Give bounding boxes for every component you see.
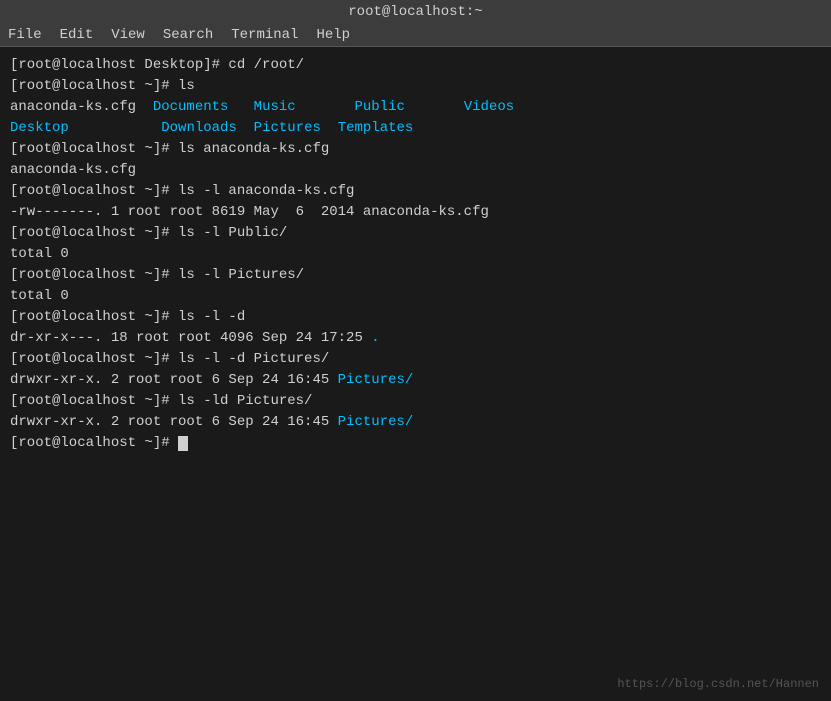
menu-edit[interactable]: Edit: [60, 27, 94, 43]
menu-terminal[interactable]: Terminal: [231, 27, 298, 43]
terminal-line-7: [root@localhost ~]# ls -l anaconda-ks.cf…: [10, 181, 821, 202]
terminal-line-6: anaconda-ks.cfg: [10, 160, 821, 181]
window-title: root@localhost:~: [348, 4, 482, 20]
watermark: https://blog.csdn.net/Hannen: [617, 675, 819, 693]
menu-help[interactable]: Help: [316, 27, 350, 43]
terminal-line-17: [root@localhost ~]# ls -ld Pictures/: [10, 391, 821, 412]
terminal-prompt: [root@localhost ~]#: [10, 433, 821, 454]
terminal-line-4: Desktop Downloads Pictures Templates: [10, 118, 821, 139]
terminal-line-12: total 0: [10, 286, 821, 307]
title-bar: root@localhost:~: [0, 0, 831, 24]
terminal-line-16: drwxr-xr-x. 2 root root 6 Sep 24 16:45 P…: [10, 370, 821, 391]
menu-view[interactable]: View: [111, 27, 145, 43]
terminal-body[interactable]: [root@localhost Desktop]# cd /root/ [roo…: [0, 47, 831, 701]
terminal-line-13: [root@localhost ~]# ls -l -d: [10, 307, 821, 328]
cursor: [178, 436, 188, 451]
terminal-line-14: dr-xr-x---. 18 root root 4096 Sep 24 17:…: [10, 328, 821, 349]
terminal-line-1: [root@localhost Desktop]# cd /root/: [10, 55, 821, 76]
menu-search[interactable]: Search: [163, 27, 213, 43]
terminal-line-15: [root@localhost ~]# ls -l -d Pictures/: [10, 349, 821, 370]
menu-bar: File Edit View Search Terminal Help: [0, 24, 831, 47]
terminal-line-9: [root@localhost ~]# ls -l Public/: [10, 223, 821, 244]
terminal-line-10: total 0: [10, 244, 821, 265]
terminal-line-11: [root@localhost ~]# ls -l Pictures/: [10, 265, 821, 286]
terminal-line-2: [root@localhost ~]# ls: [10, 76, 821, 97]
terminal-line-18: drwxr-xr-x. 2 root root 6 Sep 24 16:45 P…: [10, 412, 821, 433]
terminal-line-8: -rw-------. 1 root root 8619 May 6 2014 …: [10, 202, 821, 223]
menu-file[interactable]: File: [8, 27, 42, 43]
terminal-line-3: anaconda-ks.cfg Documents Music Public V…: [10, 97, 821, 118]
terminal-line-5: [root@localhost ~]# ls anaconda-ks.cfg: [10, 139, 821, 160]
